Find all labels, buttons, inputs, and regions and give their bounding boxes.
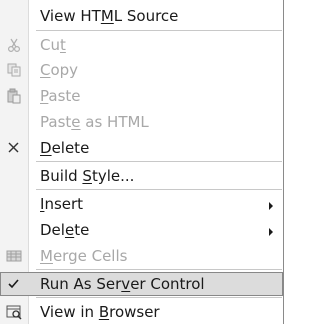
- menu-item-label: Copy: [40, 61, 79, 79]
- submenu-arrow-icon: [268, 224, 274, 236]
- merge-cells-icon: [6, 248, 22, 264]
- menu-item-run-as-server-control[interactable]: Run As Server Control: [0, 272, 283, 296]
- menu-item-label: Run As Server Control: [40, 275, 205, 293]
- menu-item-paste-as-html: Paste as HTML: [0, 110, 283, 134]
- menu-item-label: Delete: [40, 139, 90, 157]
- submenu-arrow-icon: [268, 198, 274, 210]
- checkmark-icon: [6, 276, 22, 292]
- browser-icon: [6, 304, 22, 320]
- menu-item-view-html-source[interactable]: View HTML Source: [0, 4, 283, 28]
- menu-item-label: Insert: [40, 195, 84, 213]
- menu-separator: [36, 269, 282, 270]
- menu-item-label: Cut: [40, 36, 66, 54]
- menu-item-paste: Paste: [0, 84, 283, 108]
- menu-item-insert[interactable]: Insert: [0, 192, 283, 216]
- menu-item-label: View in Browser: [40, 303, 160, 321]
- delete-x-icon: [6, 140, 22, 156]
- menu-item-merge-cells: Merge Cells: [0, 244, 283, 268]
- menu-item-cut: Cut: [0, 33, 283, 57]
- menu-separator: [36, 189, 282, 190]
- menu-item-build-style[interactable]: Build Style...: [0, 164, 283, 188]
- copy-icon: [6, 62, 22, 78]
- menu-item-label: Build Style...: [40, 167, 135, 185]
- context-menu: View HTML Source Cut Copy Paste Paste as…: [0, 0, 284, 324]
- menu-item-delete[interactable]: Delete: [0, 136, 283, 160]
- menu-item-label: Delete: [40, 221, 90, 239]
- menu-item-label: Merge Cells: [40, 247, 128, 265]
- menu-item-label: Paste as HTML: [40, 113, 149, 131]
- menu-separator: [36, 30, 282, 31]
- menu-separator: [36, 161, 282, 162]
- menu-item-label: View HTML Source: [40, 7, 179, 25]
- scissors-icon: [6, 37, 22, 53]
- menu-item-copy: Copy: [0, 58, 283, 82]
- paste-icon: [6, 88, 22, 104]
- menu-separator: [36, 297, 282, 298]
- menu-item-view-in-browser[interactable]: View in Browser: [0, 300, 283, 324]
- menu-item-delete-submenu[interactable]: Delete: [0, 218, 283, 242]
- menu-item-label: Paste: [40, 87, 81, 105]
